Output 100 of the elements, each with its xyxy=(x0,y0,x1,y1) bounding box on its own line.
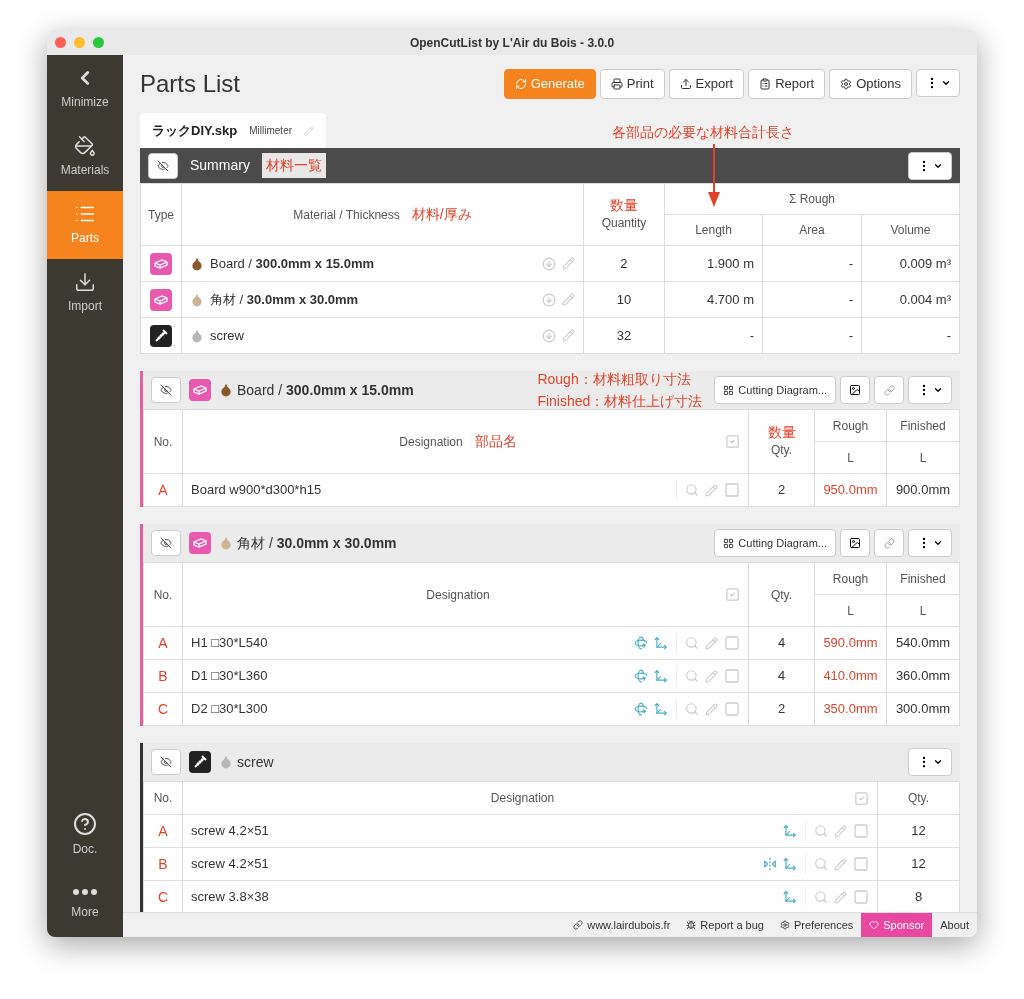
visibility-toggle[interactable] xyxy=(151,530,181,556)
edit-icon[interactable] xyxy=(304,125,315,136)
table-cell: 2 xyxy=(748,473,815,507)
screw-icon xyxy=(150,324,172,347)
clipboard-icon xyxy=(759,78,772,90)
part-name: D1 □30*L360 xyxy=(191,667,268,686)
close-button[interactable] xyxy=(55,37,66,48)
minimize-button[interactable] xyxy=(74,37,85,48)
checkbox[interactable] xyxy=(853,823,869,839)
edit-icon[interactable] xyxy=(562,329,575,342)
sponsor-link[interactable]: Sponsor xyxy=(861,913,933,937)
edit-icon[interactable] xyxy=(705,702,718,716)
heart-icon xyxy=(869,920,880,930)
annotation-note: 部品名 xyxy=(474,432,517,451)
search-icon[interactable] xyxy=(685,669,699,683)
mirror-icon xyxy=(763,857,777,871)
header-cell: No. xyxy=(143,562,183,627)
cutting-diagram-button[interactable]: Cutting Diagram... xyxy=(714,376,836,404)
part-name: H1 □30*L540 xyxy=(191,634,268,653)
header-cell-text: Designation xyxy=(426,586,490,604)
edit-icon[interactable] xyxy=(834,890,847,904)
sidebar-item[interactable]: Materials xyxy=(47,123,123,191)
header-cell: Area xyxy=(762,214,862,246)
material-name: screw xyxy=(210,326,244,345)
part-name: Board w900*d300*h15 xyxy=(191,481,322,500)
header-cell: Finished xyxy=(886,562,960,595)
group-title: screw xyxy=(237,752,274,772)
rotate-icon xyxy=(634,702,648,716)
zoom-button[interactable] xyxy=(93,37,104,48)
table-cell: - xyxy=(762,317,862,354)
search-icon[interactable] xyxy=(685,702,699,716)
report-button[interactable]: Report xyxy=(748,69,826,99)
part-name: screw 4.2×51 xyxy=(191,855,269,874)
paint-bucket-icon xyxy=(74,135,96,157)
visibility-toggle[interactable] xyxy=(148,152,178,179)
edit-icon[interactable] xyxy=(562,257,575,270)
checkbox[interactable] xyxy=(854,790,869,806)
search-icon[interactable] xyxy=(685,483,699,497)
about-link[interactable]: About xyxy=(932,913,977,937)
checkbox[interactable] xyxy=(724,668,740,684)
sidebar-item[interactable]: Import xyxy=(47,259,123,327)
export-button[interactable]: Export xyxy=(668,69,745,99)
checkbox[interactable] xyxy=(725,587,740,602)
bug-link[interactable]: Report a bug xyxy=(678,913,772,937)
group-title: 角材 / 30.0mm x 30.0mm xyxy=(237,533,397,553)
annotation-text: 各部品の必要な材料合計長さ xyxy=(612,123,794,142)
visibility-toggle[interactable] xyxy=(151,749,181,775)
search-icon[interactable] xyxy=(685,636,699,650)
print-button[interactable]: Print xyxy=(599,69,665,99)
preferences-link[interactable]: Preferences xyxy=(771,913,862,937)
help-icon xyxy=(73,812,97,836)
part-letter: B xyxy=(143,659,183,693)
part-letter: C xyxy=(143,692,183,726)
sidebar-item[interactable]: Minimize xyxy=(47,55,123,123)
material-name: Board / 300.0mm x 15.0mm xyxy=(210,254,375,273)
menu-button[interactable] xyxy=(908,151,952,180)
sidebar-item[interactable]: More xyxy=(47,869,123,937)
file-name: ラックDIY.skp xyxy=(152,121,238,140)
checkbox[interactable] xyxy=(724,635,740,651)
table-cell: 900.0mm xyxy=(886,473,960,507)
labels-button[interactable] xyxy=(840,529,870,557)
grid-icon xyxy=(723,537,735,549)
eye-off-icon xyxy=(160,756,172,768)
checkbox[interactable] xyxy=(853,889,869,905)
checkbox[interactable] xyxy=(724,701,740,717)
header-cell: No. xyxy=(143,409,183,474)
edit-icon[interactable] xyxy=(705,669,718,683)
checkbox[interactable] xyxy=(853,856,869,872)
search-icon[interactable] xyxy=(814,890,828,904)
table-cell: 32 xyxy=(583,317,665,354)
checkbox[interactable] xyxy=(724,482,740,498)
options-button[interactable]: Options xyxy=(829,69,912,99)
header-cell: Finished xyxy=(886,409,960,442)
cutting-diagram-button[interactable]: Cutting Diagram... xyxy=(714,529,836,557)
search-icon[interactable] xyxy=(814,824,828,838)
board-icon xyxy=(150,288,172,311)
labels-button[interactable] xyxy=(840,376,870,404)
edit-icon[interactable] xyxy=(834,857,847,871)
part-letter: A xyxy=(143,626,183,660)
image-icon xyxy=(849,384,861,396)
file-tab[interactable]: ラックDIY.skp Millimeter xyxy=(140,113,327,148)
grid-icon xyxy=(723,384,735,396)
settings-icon xyxy=(840,78,853,90)
edit-icon[interactable] xyxy=(834,824,847,838)
caret-icon xyxy=(933,385,943,395)
header-cell-text: Qty. xyxy=(769,586,794,604)
header-cell: Material / Thickness xyxy=(293,208,400,222)
checkbox[interactable] xyxy=(725,434,740,449)
header-cell-text: Qty. xyxy=(906,790,931,807)
page-title: Parts List xyxy=(140,69,241,99)
link-icon xyxy=(883,384,895,396)
edit-icon[interactable] xyxy=(562,293,575,306)
search-icon[interactable] xyxy=(814,857,828,871)
sidebar-item[interactable]: Doc. xyxy=(47,801,123,869)
website-link[interactable]: www.lairdubois.fr xyxy=(565,913,679,937)
visibility-toggle[interactable] xyxy=(151,377,181,403)
axes-icon xyxy=(783,824,797,838)
group-title: Board / 300.0mm x 15.0mm xyxy=(237,380,414,400)
edit-icon[interactable] xyxy=(705,483,718,497)
edit-icon[interactable] xyxy=(705,636,718,650)
